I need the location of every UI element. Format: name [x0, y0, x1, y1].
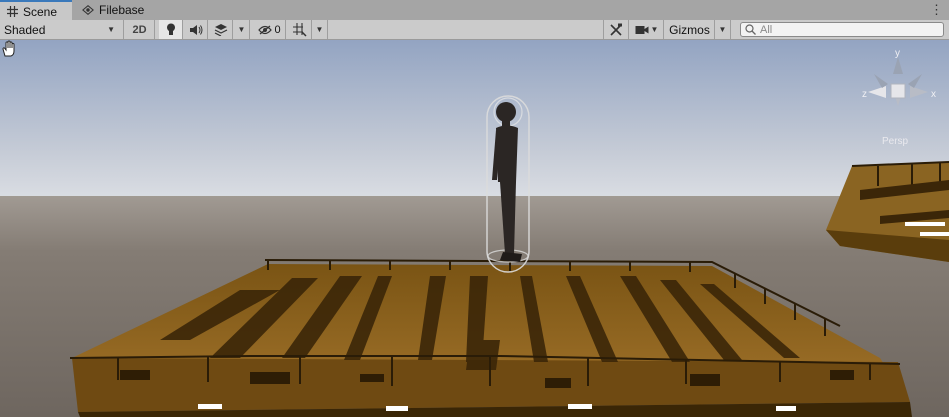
search-input[interactable] — [760, 23, 930, 36]
hidden-count: 0 — [274, 23, 281, 36]
projection-label[interactable]: Persp — [882, 136, 908, 147]
hand-cursor-icon — [2, 40, 15, 57]
chevron-down-icon: ▼ — [650, 25, 659, 34]
tools-icon — [610, 23, 622, 36]
eye-slash-icon — [258, 25, 273, 34]
audio-toggle[interactable] — [184, 20, 208, 39]
tab-filebase[interactable]: Filebase — [76, 0, 160, 20]
more-options-icon[interactable]: ⋮ — [930, 2, 943, 18]
effects-toggle[interactable] — [209, 20, 233, 39]
tab-bar: Scene Filebase ⋮ — [0, 0, 949, 21]
tools-button[interactable] — [603, 20, 629, 39]
sky — [0, 40, 949, 198]
search-field[interactable] — [740, 22, 944, 37]
mode-2d-button[interactable]: 2D — [125, 20, 155, 39]
lightbulb-icon — [166, 23, 175, 35]
grid-icon — [6, 6, 18, 18]
scene-render: y x z — [0, 40, 949, 417]
gizmo-x-label: x — [931, 89, 936, 100]
effects-dropdown[interactable]: ▼ — [234, 20, 250, 39]
scene-toolbar: Shaded ▼ 2D ▼ 0 ▼ ▼ Gizmos ▼ — [0, 20, 949, 40]
grid-snap-icon — [292, 22, 307, 37]
chevron-down-icon: ▼ — [718, 25, 727, 34]
chevron-down-icon: ▼ — [107, 25, 115, 34]
gizmo-y-label: y — [895, 48, 900, 59]
search-icon — [745, 24, 756, 35]
chevron-down-icon: ▼ — [237, 25, 246, 34]
speaker-icon — [189, 24, 202, 35]
gizmo-z-label: z — [862, 89, 867, 100]
draw-mode-dropdown[interactable]: Shaded ▼ — [0, 20, 124, 39]
gizmos-dropdown[interactable]: ▼ — [715, 20, 731, 39]
tab-scene-label: Scene — [23, 4, 58, 19]
scene-viewport[interactable]: y x z Persp — [0, 40, 949, 417]
gizmos-button[interactable]: Gizmos — [665, 20, 715, 39]
tab-scene[interactable]: Scene — [0, 0, 72, 21]
grid-dropdown[interactable]: ▼ — [312, 20, 328, 39]
tab-filebase-label: Filebase — [99, 3, 145, 17]
lighting-toggle[interactable] — [159, 20, 183, 39]
chevron-down-icon: ▼ — [315, 25, 324, 34]
eye-icon — [82, 4, 94, 16]
scene-visibility-toggle[interactable]: 0 — [254, 20, 286, 39]
camera-settings-button[interactable]: ▼ — [630, 20, 664, 39]
grid-toggle[interactable] — [288, 20, 312, 39]
draw-mode-label: Shaded — [4, 22, 46, 37]
camera-icon — [635, 26, 649, 34]
layers-icon — [214, 24, 227, 36]
